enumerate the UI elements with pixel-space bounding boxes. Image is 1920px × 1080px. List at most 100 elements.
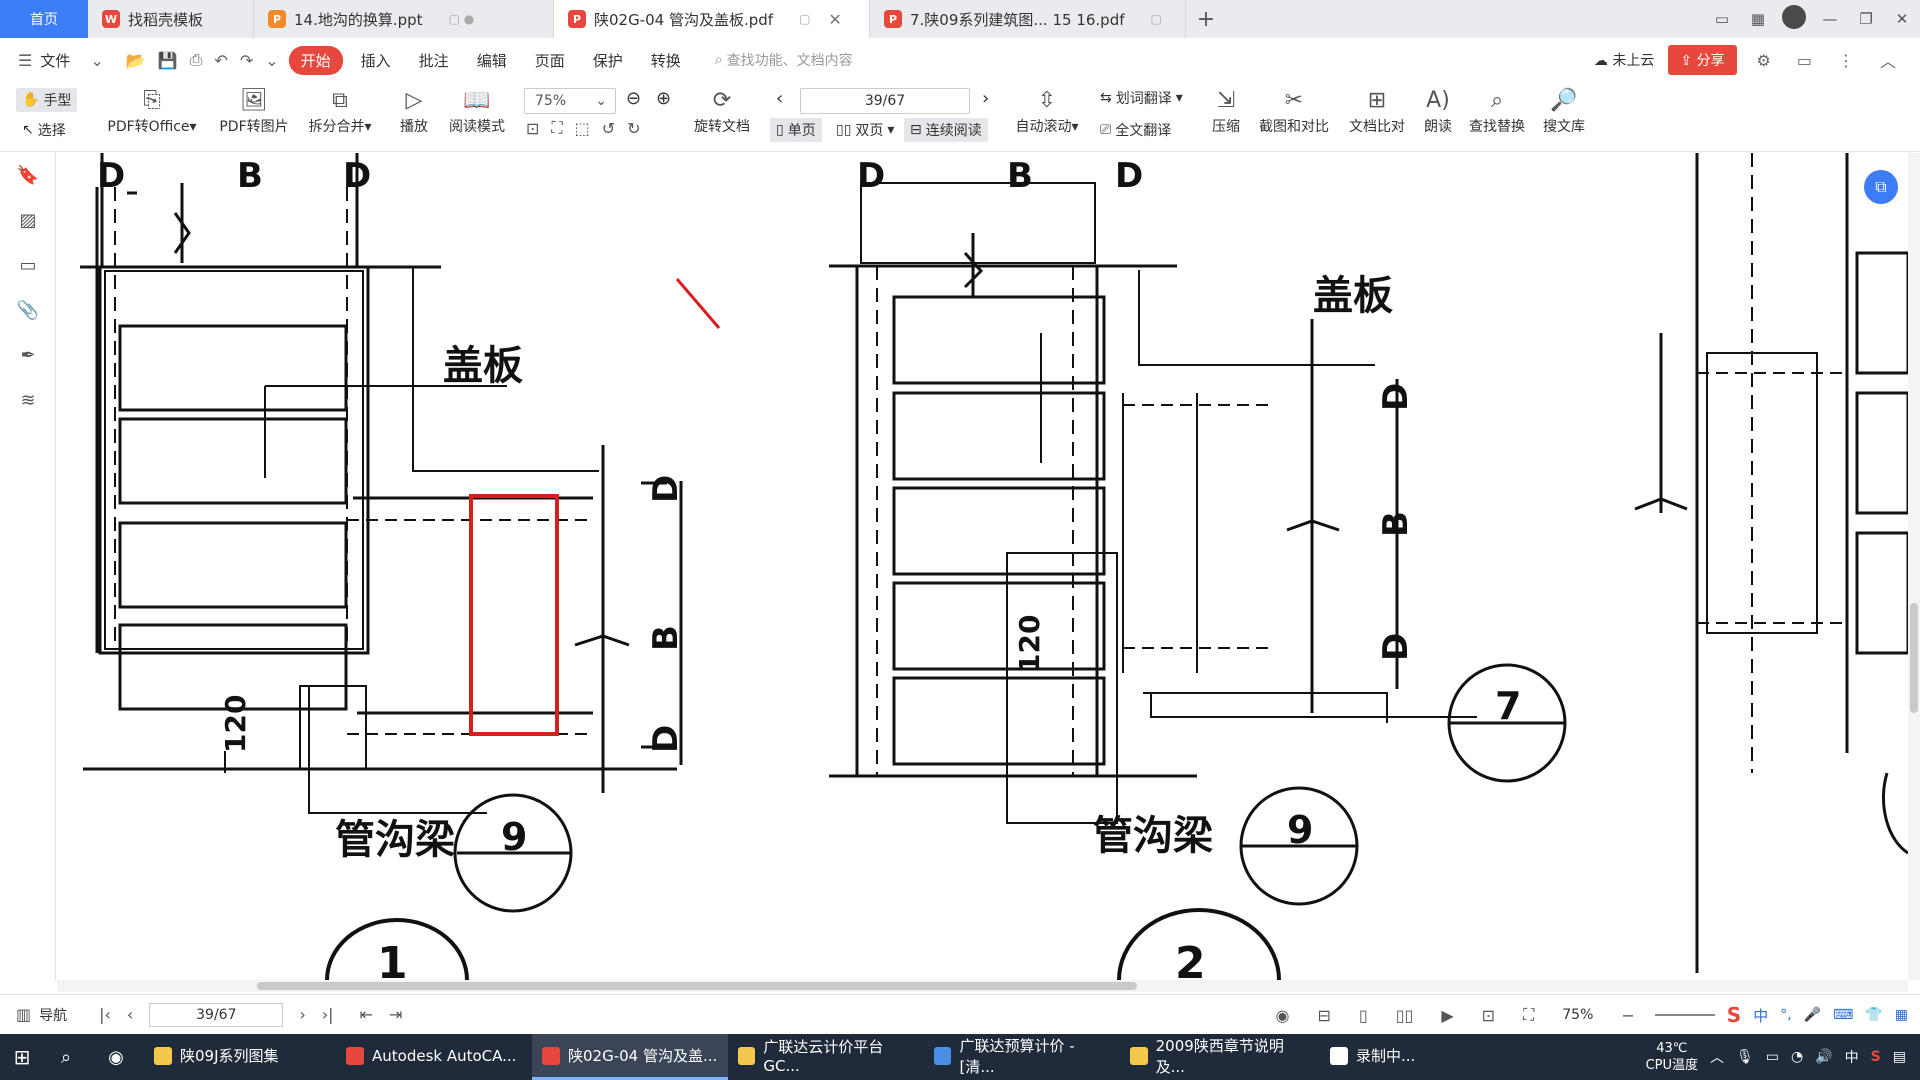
comment-icon[interactable]: ▭ [1791, 51, 1818, 70]
search-library-button[interactable]: 🔎 搜文库 [1536, 86, 1592, 136]
zoom-in-button[interactable]: ⊕ [656, 88, 671, 109]
forward-icon[interactable]: ⇥ [381, 1005, 410, 1024]
menu-protect[interactable]: 保护 [579, 50, 637, 71]
read-mode-button[interactable]: 📖 阅读模式 [444, 86, 510, 136]
menu-edit[interactable]: 编辑 [463, 50, 521, 71]
doc-compare-button[interactable]: ⊞ 文档比对 [1344, 86, 1410, 136]
taskbar-app[interactable]: 广联达云计价平台GC... [728, 1034, 924, 1080]
grid-icon[interactable]: ▦ [1740, 10, 1776, 28]
comment-panel-icon[interactable]: ▭ [0, 243, 56, 288]
next-page-button[interactable]: › [982, 88, 989, 109]
read-aloud-button[interactable]: A) 朗读 [1418, 86, 1458, 136]
new-tab-button[interactable]: + [1186, 0, 1226, 38]
hand-tool-button[interactable]: ✋ 手型 [16, 88, 78, 112]
windows-start-icon[interactable]: ⊞ [0, 1045, 44, 1069]
taskbar-app-active[interactable]: 陕02G-04 管沟及盖... [532, 1034, 728, 1080]
full-translate-button[interactable]: ⎚ 全文翻译 [1100, 120, 1171, 140]
play-button[interactable]: ▷ 播放 [392, 86, 436, 136]
share-button[interactable]: ⇪ 分享 [1668, 45, 1737, 75]
word-translate-button[interactable]: ⇆ 划词翻译 ▾ [1100, 88, 1183, 108]
punct-icon[interactable]: °, [1780, 1007, 1791, 1023]
fit-page-icon[interactable]: ⛶ [551, 118, 562, 138]
scroll-thumb[interactable] [257, 982, 1137, 990]
eye-protect-icon[interactable]: ◉ [1268, 1006, 1298, 1025]
single-page-button[interactable]: ▯ 单页 [770, 118, 822, 142]
tab-active-pdf[interactable]: P 陕02G-04 管沟及盖板.pdf ▢ ✕ [554, 0, 870, 38]
pdf-to-office-button[interactable]: ⎘ PDF转Office▾ [100, 86, 204, 136]
split-merge-button[interactable]: ⧉ 拆分合并▾ [304, 86, 376, 136]
signature-icon[interactable]: ✒ [0, 333, 56, 378]
double-page-status-icon[interactable]: ▯▯ [1388, 1006, 1422, 1025]
scroll-thumb[interactable] [1910, 603, 1918, 713]
nav-label[interactable]: 导航 [39, 1005, 75, 1025]
first-page-icon[interactable]: |‹ [91, 1005, 119, 1024]
prev-page-button[interactable]: ‹ [776, 88, 783, 109]
taskbar-app[interactable]: 2009陕西章节说明及... [1120, 1034, 1320, 1080]
chevron-down-icon[interactable]: ⌄ [84, 51, 109, 70]
tab-home[interactable]: 首页 [0, 0, 88, 38]
settings-icon[interactable]: ⚙ [1751, 51, 1777, 70]
ime-tray[interactable]: 中 [1845, 1047, 1859, 1067]
menu-start[interactable]: 开始 [288, 45, 343, 75]
taskbar-app[interactable]: Autodesk AutoCA... [336, 1034, 532, 1080]
window-close-icon[interactable]: ✕ [1884, 10, 1920, 28]
tab-template[interactable]: W 找稻壳模板 [88, 0, 254, 38]
layers-icon[interactable]: ≋ [0, 378, 56, 423]
actual-size-status-icon[interactable]: ⊡ [1474, 1006, 1503, 1025]
redo-icon[interactable]: ↷ [234, 51, 259, 70]
more-vertical-icon[interactable]: ⋮ [1832, 51, 1860, 70]
vertical-scrollbar[interactable] [1908, 153, 1920, 980]
taskbar-app[interactable]: 录制中... [1320, 1034, 1440, 1080]
open-icon[interactable]: 📂 [120, 51, 152, 70]
ime-mode-icon[interactable]: 中 [1753, 1005, 1768, 1026]
status-page-input[interactable]: 39/67 [149, 1002, 284, 1027]
next-page-icon[interactable]: › [291, 1005, 313, 1024]
sogou-ime-icon[interactable]: S [1727, 1003, 1741, 1027]
chrome-icon[interactable]: ◉ [88, 1047, 144, 1068]
horizontal-scrollbar[interactable] [57, 980, 1908, 992]
wifi-icon[interactable]: ◔ [1791, 1049, 1803, 1065]
avatar[interactable] [1776, 5, 1812, 33]
sogou-tray-icon[interactable]: S [1871, 1049, 1881, 1065]
undo-icon[interactable]: ↶ [208, 51, 233, 70]
menu-annotate[interactable]: 批注 [405, 50, 463, 71]
zoom-slider[interactable] [1654, 1014, 1715, 1016]
last-page-icon[interactable]: ›| [314, 1005, 342, 1024]
double-page-button[interactable]: ▯▯ 双页 ▾ [836, 120, 894, 140]
taskbar-app[interactable]: 广联达预算计价 - [清... [924, 1034, 1120, 1080]
nav-panel-icon[interactable]: ▥ [0, 1005, 39, 1024]
close-icon[interactable]: ✕ [828, 10, 841, 29]
menu-page[interactable]: 页面 [521, 50, 579, 71]
single-page-status-icon[interactable]: ▯ [1351, 1006, 1376, 1025]
battery-icon[interactable]: ▭ [1766, 1049, 1779, 1065]
compress-button[interactable]: ⇲ 压缩 [1204, 86, 1248, 136]
more-icon[interactable]: ⌄ [259, 51, 284, 70]
taskbar-app[interactable]: 陕09J系列图集 [144, 1034, 336, 1080]
volume-icon[interactable]: 🔊 [1815, 1049, 1832, 1065]
document-canvas[interactable]: D B D 盖板 D B D 120 管沟梁 9 1 D B D 盖板 D B … [57, 153, 1908, 980]
select-tool-button[interactable]: ↖ 选择 [22, 120, 66, 140]
minimize-icon[interactable]: — [1812, 10, 1848, 28]
auto-scroll-button[interactable]: ⇳ 自动滚动▾ [1010, 86, 1084, 136]
cloud-status[interactable]: ☁ 未上云 [1594, 50, 1654, 70]
floating-assistant-button[interactable]: ⧉ [1864, 170, 1898, 204]
mic-tray-icon[interactable]: 🎙 [1736, 1049, 1754, 1065]
rotate-right-icon[interactable]: ↻ [627, 119, 640, 138]
actual-size-icon[interactable]: ⊡ [526, 119, 539, 138]
hamburger-icon[interactable]: ☰ [0, 51, 38, 70]
skin-icon[interactable]: 👕 [1865, 1007, 1882, 1023]
pdf-to-image-button[interactable]: 🖼 PDF转图片 [214, 86, 294, 136]
menu-insert[interactable]: 插入 [347, 50, 405, 71]
rotate-doc-button[interactable]: ⟳ 旋转文档 [686, 86, 758, 136]
tab-ppt[interactable]: P 14.地沟的换算.ppt ▢ ● [254, 0, 554, 38]
status-zoom[interactable]: 75% [1554, 1007, 1601, 1023]
cpu-temp[interactable]: 43℃ CPU温度 [1646, 1040, 1698, 1074]
keyboard-icon[interactable]: ⌨ [1833, 1007, 1853, 1023]
thumbnail-icon[interactable]: ▨ [0, 198, 56, 243]
zoom-out-button[interactable]: ⊖ [626, 88, 641, 109]
rotate-left-icon[interactable]: ↺ [602, 119, 615, 138]
bookmark-icon[interactable]: 🔖 [0, 153, 56, 198]
zoom-out-status-icon[interactable]: − [1613, 1006, 1642, 1025]
save-icon[interactable]: 💾 [152, 51, 184, 70]
layout-icon[interactable]: ▭ [1704, 10, 1740, 28]
